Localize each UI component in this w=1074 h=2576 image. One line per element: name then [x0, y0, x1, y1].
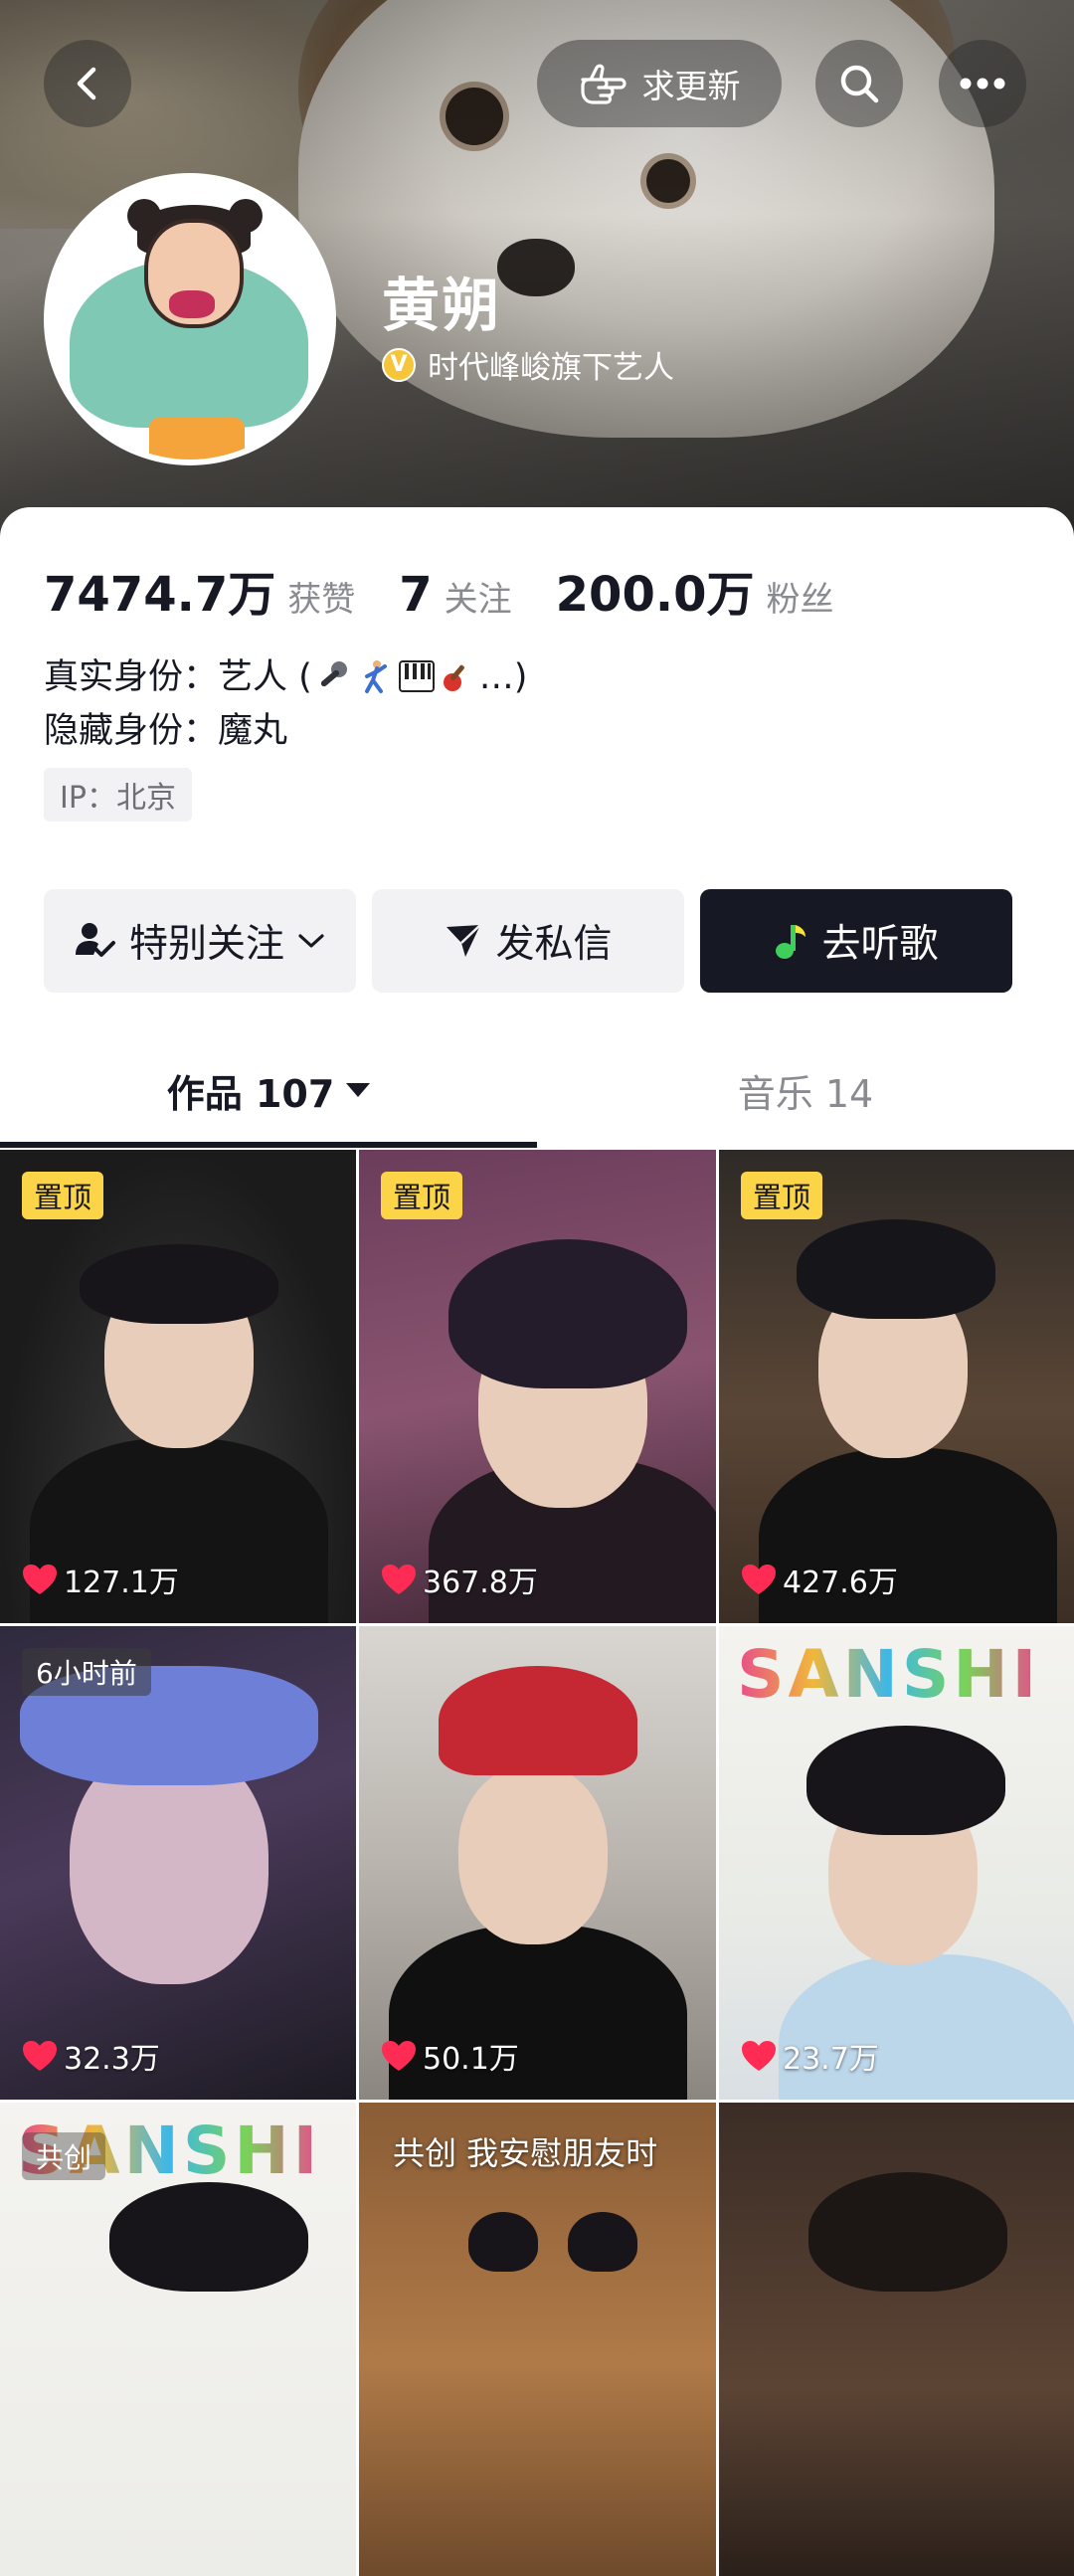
pinned-badge: 置顶	[22, 1172, 104, 1219]
verification-row: V 时代峰峻旗下艺人	[382, 342, 674, 387]
like-count-value: 367.8万	[423, 1565, 538, 1600]
posted-time-badge: 6小时前	[22, 1648, 151, 1696]
like-count: 367.8万	[381, 1558, 538, 1601]
verified-badge-icon: V	[382, 347, 416, 382]
heart-icon	[23, 1564, 57, 1594]
microphone-emoji-icon	[320, 661, 347, 687]
avatar[interactable]	[44, 173, 336, 465]
listen-music-button[interactable]: 去听歌	[700, 889, 1012, 993]
more-options-button[interactable]	[939, 40, 1026, 127]
tab-works-label: 作品 107	[166, 1071, 335, 1116]
like-count-value: 50.1万	[423, 2042, 519, 2077]
verification-text: 时代峰峻旗下艺人	[428, 350, 674, 386]
heart-icon	[382, 2041, 416, 2071]
profile-card: 7474.7万 获赞 7 关注 200.0万 粉丝 真实身份：艺人 ( …) 隐…	[0, 507, 1074, 2576]
like-count: 50.1万	[381, 2034, 519, 2078]
thumbnail-figure	[808, 2172, 1007, 2292]
avatar-legs-shape	[149, 418, 245, 460]
thumbnail-figure	[80, 1244, 278, 1324]
video-tile[interactable]: SANSHI 23.7万	[719, 1626, 1074, 2100]
like-count-value: 32.3万	[64, 2042, 160, 2077]
video-tile[interactable]: 置顶 427.6万	[719, 1150, 1074, 1623]
thumbnail-figure	[779, 1954, 1074, 2100]
tab-music-label: 音乐 14	[737, 1071, 874, 1116]
tab-works[interactable]: 作品 107	[0, 1034, 537, 1146]
user-check-icon	[75, 923, 115, 957]
bio-line-1: 真实身份：艺人 ( …)	[44, 650, 527, 704]
followers-label: 粉丝	[766, 580, 834, 620]
thumbnail-figure	[797, 1219, 995, 1319]
stats-row: 7474.7万 获赞 7 关注 200.0万 粉丝	[44, 555, 877, 625]
ip-location-tag: IP：北京	[44, 768, 192, 822]
more-dots-icon	[960, 78, 1005, 90]
listen-music-label: 去听歌	[821, 922, 939, 967]
like-count-value: 127.1万	[64, 1565, 179, 1600]
thumbnail-figure	[448, 1239, 687, 1388]
video-tile[interactable]	[719, 2103, 1074, 2576]
action-buttons: 特别关注 发私信 去听歌	[44, 889, 1012, 993]
send-message-label: 发私信	[495, 922, 613, 967]
bio-line-2: 隐藏身份：魔丸	[44, 711, 288, 751]
special-follow-button[interactable]: 特别关注	[44, 889, 356, 993]
video-tile[interactable]: 50.1万	[359, 1626, 716, 2100]
brand-logo-text: SANSHI	[737, 1636, 1041, 1713]
video-caption: 共创 我安慰朋友时	[393, 2134, 658, 2172]
send-message-button[interactable]: 发私信	[372, 889, 684, 993]
back-button[interactable]	[44, 40, 131, 127]
likes-label: 获赞	[287, 580, 356, 620]
request-update-label: 求更新	[641, 67, 741, 105]
works-grid: 置顶 127.1万 置顶 367.8万 置顶 427.6万 6小时前 32.3万…	[0, 1150, 1074, 2576]
pointing-hand-icon	[580, 64, 626, 104]
following-label: 关注	[444, 580, 512, 620]
like-count: 127.1万	[22, 1558, 179, 1601]
pinned-badge: 置顶	[381, 1172, 463, 1219]
bio: 真实身份：艺人 ( …) 隐藏身份：魔丸	[44, 650, 527, 758]
bio-line-1-suffix: …)	[478, 657, 528, 697]
piano-emoji-icon	[398, 660, 435, 692]
like-count-value: 427.6万	[783, 1565, 898, 1600]
request-update-button[interactable]: 求更新	[537, 40, 782, 127]
video-tile[interactable]: SANSHI 共创	[0, 2103, 356, 2576]
heart-icon	[23, 2041, 57, 2071]
tab-music[interactable]: 音乐 14	[537, 1034, 1074, 1146]
profile-name: 黄朔	[382, 272, 502, 339]
thumbnail-figure	[458, 1765, 608, 1944]
search-icon	[840, 65, 879, 103]
video-tile[interactable]: 置顶 127.1万	[0, 1150, 356, 1623]
chevron-left-icon	[77, 67, 96, 100]
pinned-badge: 置顶	[741, 1172, 823, 1219]
special-follow-label: 特别关注	[128, 922, 284, 967]
bio-line-1-prefix: 真实身份：艺人 (	[44, 657, 312, 697]
likes-count[interactable]: 7474.7万	[44, 555, 275, 625]
thumbnail-figure	[568, 2212, 637, 2272]
paper-plane-icon	[447, 924, 482, 957]
followers-count[interactable]: 200.0万	[556, 555, 755, 625]
co-creation-badge: 共创	[22, 2132, 106, 2180]
caret-down-icon[interactable]	[346, 1083, 371, 1097]
thumbnail-figure	[468, 2212, 538, 2272]
chevron-down-icon	[298, 934, 324, 948]
like-count: 23.7万	[741, 2034, 879, 2078]
like-count-value: 23.7万	[783, 2042, 879, 2077]
video-tile[interactable]: 6小时前 32.3万	[0, 1626, 356, 2100]
search-button[interactable]	[815, 40, 903, 127]
like-count: 32.3万	[22, 2034, 160, 2078]
video-tile[interactable]: 置顶 367.8万	[359, 1150, 716, 1623]
avatar-mouth	[169, 290, 215, 318]
guitar-emoji-icon	[443, 664, 464, 691]
heart-icon	[382, 1564, 416, 1594]
thumbnail-figure	[439, 1666, 637, 1775]
dancer-emoji-icon	[364, 660, 387, 693]
thumbnail-figure	[806, 1726, 1005, 1835]
heart-icon	[742, 2041, 776, 2071]
video-tile[interactable]: 共创 我安慰朋友时	[359, 2103, 716, 2576]
like-count: 427.6万	[741, 1558, 898, 1601]
following-count[interactable]: 7	[399, 567, 432, 623]
music-note-icon	[776, 925, 806, 959]
thumbnail-figure	[109, 2182, 308, 2292]
content-tabs: 作品 107 音乐 14	[0, 1034, 1074, 1146]
heart-icon	[742, 1564, 776, 1594]
active-tab-indicator	[0, 1142, 537, 1148]
